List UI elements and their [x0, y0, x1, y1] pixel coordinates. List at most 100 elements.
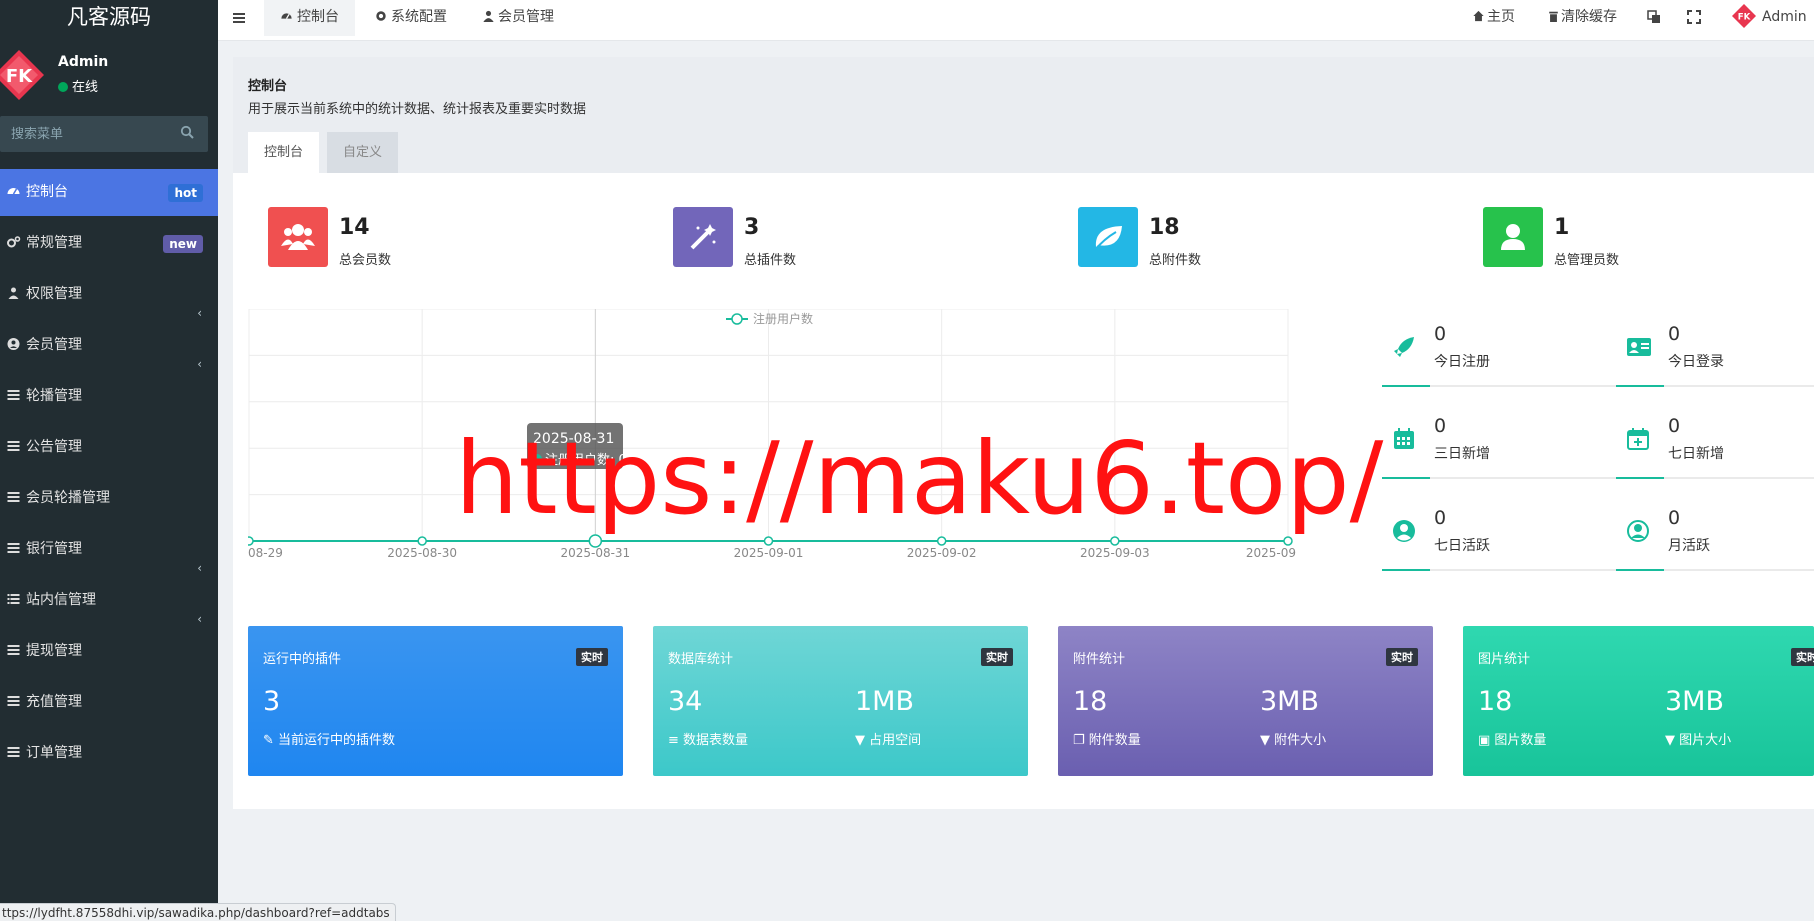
data-point[interactable] — [1110, 536, 1120, 546]
search-input[interactable] — [0, 116, 170, 152]
sidebar-item-orders[interactable]: 订单管理 — [0, 730, 218, 777]
id-card-icon — [1627, 338, 1651, 356]
sidebar-item-label: 订单管理 — [26, 745, 82, 761]
card-value: 18 — [1073, 686, 1108, 717]
sidebar-item-notice[interactable]: 公告管理 — [0, 424, 218, 471]
mini-stat-monthly-active: 0 月活跃 — [1616, 505, 1814, 571]
menu-toggle-icon[interactable] — [232, 11, 246, 25]
stat-icon-box — [1078, 207, 1138, 267]
mini-stat-value: 0 — [1434, 323, 1447, 345]
x-tick-label: 2025-09-03 — [1080, 546, 1150, 560]
sidebar-item-auth[interactable]: 权限管理 ‹ — [0, 271, 218, 320]
card-value-2: 1MB — [855, 686, 914, 717]
mini-stat-value: 0 — [1668, 507, 1681, 529]
fullscreen-icon[interactable] — [1687, 10, 1701, 24]
rocket-icon — [1394, 337, 1414, 357]
card-label-text: 当前运行中的插件数 — [278, 733, 396, 748]
list-icon — [7, 747, 20, 757]
card-label: ✎ 当前运行中的插件数 — [263, 729, 395, 748]
card-value: 34 — [668, 686, 703, 717]
mini-stat-label: 七日新增 — [1668, 446, 1724, 462]
card-running-plugins: 运行中的插件 实时 3 ✎ 当前运行中的插件数 — [248, 626, 623, 776]
sidebar-item-dashboard[interactable]: 控制台 hot — [0, 169, 218, 216]
chart-legend[interactable]: 注册用户数 — [726, 311, 813, 326]
tab-member-management[interactable]: 会员管理 — [467, 0, 570, 36]
user-circle-o-icon — [1627, 520, 1649, 542]
filter-icon: ▼ — [855, 733, 870, 748]
data-point[interactable] — [1283, 536, 1293, 546]
mini-stat-label: 三日新增 — [1434, 446, 1490, 462]
home-link[interactable]: 主页 — [1472, 0, 1515, 36]
legend-label: 注册用户数 — [753, 311, 813, 326]
translate-icon[interactable] — [1647, 10, 1661, 24]
user-circle-icon — [7, 338, 20, 350]
page-description: 用于展示当前系统中的统计数据、统计报表及重要实时数据 — [248, 102, 587, 117]
card-attachments: 附件统计 实时 18 ❐ 附件数量 3MB ▼ 附件大小 — [1058, 626, 1433, 776]
list-icon — [7, 543, 20, 553]
realtime-tag: 实时 — [1386, 648, 1418, 666]
mini-stat-value: 0 — [1668, 323, 1681, 345]
search-icon[interactable] — [180, 125, 194, 139]
user-menu[interactable]: FK Admin — [1732, 0, 1807, 36]
stat-label: 总管理员数 — [1554, 253, 1620, 268]
sidebar-item-label: 提现管理 — [26, 643, 82, 659]
sidebar-item-member-banner[interactable]: 会员轮播管理 — [0, 475, 218, 522]
user-icon — [483, 10, 494, 22]
brand-logo-text[interactable]: 凡客源码 — [0, 0, 218, 36]
sidebar-item-general[interactable]: 常规管理 new — [0, 220, 218, 267]
list-icon — [7, 441, 20, 451]
user-name: Admin — [58, 54, 109, 70]
stat-value: 18 — [1149, 215, 1180, 240]
new-badge: new — [163, 235, 203, 253]
sidebar-item-message[interactable]: 站内信管理 ‹ — [0, 577, 218, 626]
sidebar-item-withdraw[interactable]: 提现管理 — [0, 628, 218, 675]
mini-stat-label: 七日活跃 — [1434, 538, 1490, 554]
clear-cache-label: 清除缓存 — [1561, 9, 1617, 25]
data-point[interactable] — [763, 536, 774, 546]
mini-stat-label: 今日登录 — [1668, 354, 1724, 370]
x-tick-label: 2025-09 — [1246, 546, 1296, 560]
sidebar-item-label: 轮播管理 — [26, 388, 82, 404]
card-label-text: 数据表数量 — [683, 733, 749, 748]
card-value: 3 — [263, 686, 281, 717]
tab-dashboard[interactable]: 控制台 — [264, 0, 355, 36]
data-point[interactable] — [936, 536, 947, 546]
card-label: ❐ 附件数量 — [1073, 729, 1141, 748]
realtime-tag: 实时 — [576, 648, 608, 666]
filter-icon: ▼ — [1260, 733, 1275, 748]
chart-x-ticks: 08-29 2025-08-30 2025-08-31 2025-09-01 2025-… — [248, 546, 1296, 560]
sidebar-menu: 控制台 hot 常规管理 new 权限管理 ‹ 会员管理 ‹ 轮播管理 公告管理… — [0, 169, 218, 781]
user-icon — [1501, 224, 1525, 250]
mini-stat-today-register: 0 今日注册 — [1382, 321, 1622, 387]
card-label-2: ▼ 图片大小 — [1665, 729, 1731, 748]
card-label: ▣ 图片数量 — [1478, 729, 1546, 748]
card-label-text: 占用空间 — [869, 733, 922, 748]
magic-icon: ✎ — [263, 733, 279, 748]
page-title: 控制台 — [248, 79, 288, 94]
mini-stat-value: 0 — [1668, 415, 1681, 437]
sidebar-item-recharge[interactable]: 充值管理 — [0, 679, 218, 726]
trash-icon — [1549, 11, 1558, 22]
list-icon — [7, 390, 20, 400]
sidebar-item-members[interactable]: 会员管理 ‹ — [0, 322, 218, 371]
data-point[interactable] — [248, 536, 254, 546]
sidebar-item-banner[interactable]: 轮播管理 — [0, 373, 218, 420]
user-status-text: 在线 — [72, 80, 99, 95]
tab-system-config[interactable]: 系统配置 — [359, 0, 463, 36]
mini-stat-label: 月活跃 — [1668, 538, 1710, 554]
mini-stat-value: 0 — [1434, 415, 1447, 437]
card-value: 18 — [1478, 686, 1513, 717]
sidebar-item-label: 会员轮播管理 — [26, 490, 110, 506]
sidebar-item-bank[interactable]: 银行管理 ‹ — [0, 526, 218, 575]
sidebar-search — [0, 116, 208, 152]
clear-cache-button[interactable]: 清除缓存 — [1548, 0, 1617, 36]
home-icon — [1473, 10, 1484, 22]
x-tick-label: 2025-09-02 — [907, 546, 977, 560]
calendar-icon — [1394, 428, 1414, 449]
card-label-text: 图片数量 — [1494, 733, 1547, 748]
sidebar-item-label: 常规管理 — [26, 235, 82, 251]
data-point[interactable] — [417, 536, 427, 546]
subtab-dashboard[interactable]: 控制台 — [248, 132, 320, 173]
subtab-custom[interactable]: 自定义 — [327, 132, 399, 173]
user-circle-icon — [1393, 520, 1415, 542]
